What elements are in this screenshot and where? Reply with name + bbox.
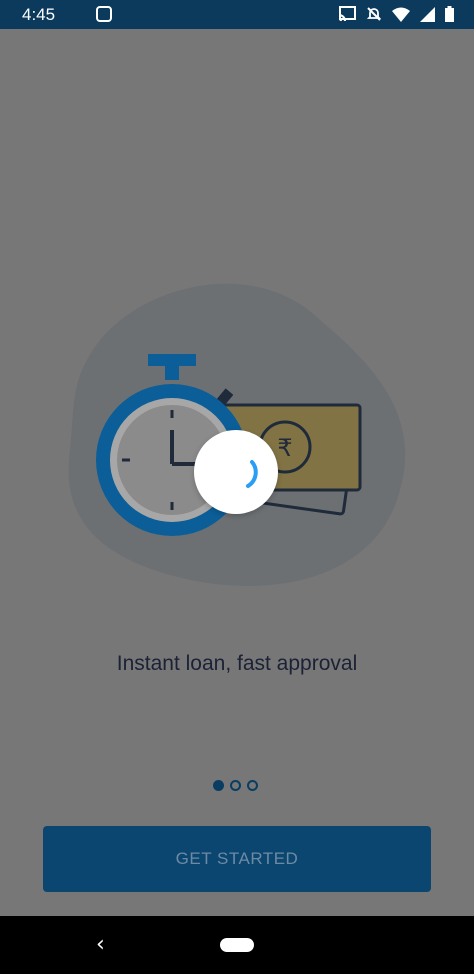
spinner-arc-icon [246,460,258,488]
page-indicator [213,780,258,791]
home-pill-icon[interactable] [220,938,254,952]
navigation-bar: ‹ [0,916,474,974]
status-bar: 4:45 [0,0,474,29]
get-started-button[interactable]: GET STARTED [43,826,431,892]
battery-icon [445,6,454,22]
currency-symbol: ₹ [277,434,292,462]
page-dot-1[interactable] [213,780,224,791]
page-dot-3[interactable] [247,780,258,791]
loading-spinner [194,430,278,514]
page-dot-2[interactable] [230,780,241,791]
wifi-icon [392,7,410,22]
status-icons [338,6,454,22]
back-icon[interactable]: ‹ [96,932,105,957]
mute-icon [366,7,382,21]
signal-icon [420,6,435,22]
onboarding-headline: Instant loan, fast approval [116,652,358,675]
gallery-icon [96,6,112,22]
status-time: 4:45 [22,5,56,24]
cast-icon [338,6,356,22]
